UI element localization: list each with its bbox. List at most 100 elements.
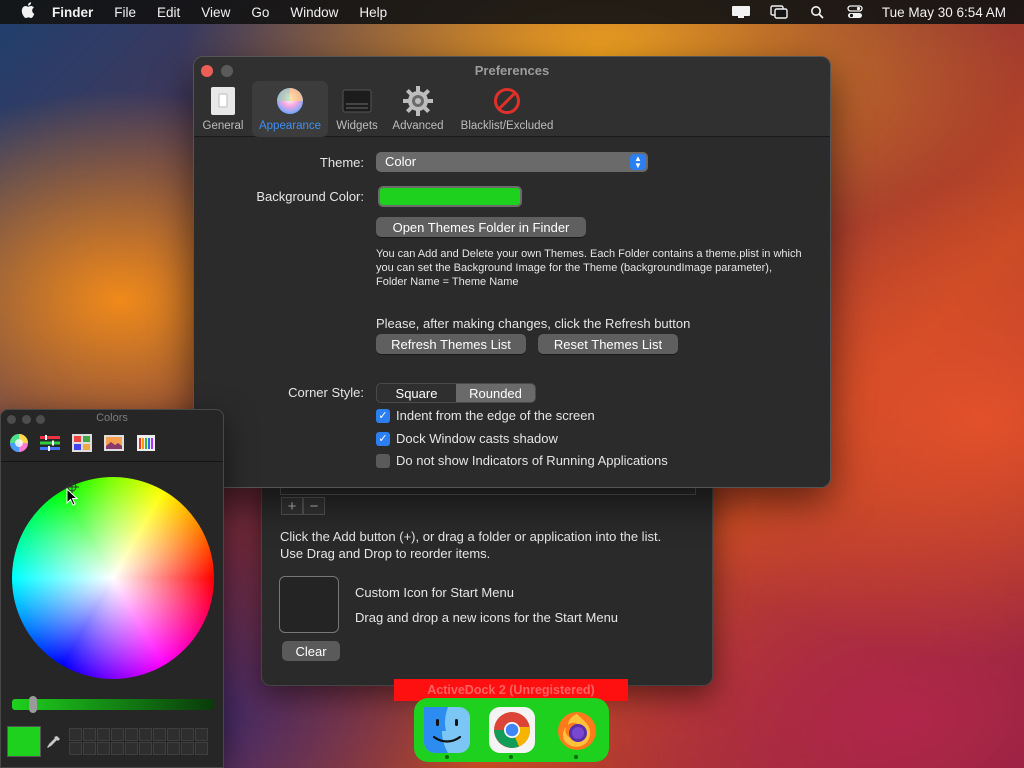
- swatch-slot[interactable]: [69, 742, 82, 755]
- indent-checkbox-label: Indent from the edge of the screen: [396, 408, 595, 423]
- swatch-slot[interactable]: [125, 728, 138, 741]
- general-switch-icon: [207, 85, 239, 117]
- eyedropper-icon[interactable]: [46, 734, 62, 750]
- menu-file[interactable]: File: [114, 5, 136, 20]
- tab-advanced[interactable]: Advanced: [390, 81, 446, 137]
- swatch-slot[interactable]: [167, 742, 180, 755]
- chevron-updown-icon: ▲ ▼: [630, 154, 646, 170]
- reset-themes-button[interactable]: Reset Themes List: [538, 334, 678, 354]
- current-color-swatch[interactable]: [7, 726, 41, 757]
- menu-help[interactable]: Help: [359, 5, 387, 20]
- swatch-slot[interactable]: [125, 742, 138, 755]
- menu-window[interactable]: Window: [290, 5, 338, 20]
- colors-panel: Colors: [0, 409, 224, 768]
- swatch-slot[interactable]: [181, 742, 194, 755]
- swatch-slot[interactable]: [111, 728, 124, 741]
- shadow-checkbox-label: Dock Window casts shadow: [396, 431, 558, 446]
- indent-checkbox[interactable]: ✓: [376, 408, 390, 423]
- menu-clock[interactable]: Tue May 30 6:54 AM: [882, 5, 1006, 20]
- corner-square-option[interactable]: Square: [377, 384, 456, 402]
- tab-general-label: General: [202, 120, 244, 132]
- corner-style-segmented-control: Square Rounded: [376, 383, 536, 403]
- menu-app-name[interactable]: Finder: [52, 5, 93, 20]
- hint-line-1: Click the Add button (+), or drag a fold…: [280, 529, 662, 544]
- add-button[interactable]: +: [281, 497, 303, 515]
- custom-swatches-grid: [69, 728, 208, 755]
- swatch-slot[interactable]: [139, 742, 152, 755]
- window-title: Preferences: [474, 63, 550, 78]
- dock: [414, 698, 609, 762]
- swatch-slot[interactable]: [153, 742, 166, 755]
- brightness-slider[interactable]: [12, 696, 214, 713]
- clear-button[interactable]: Clear: [282, 641, 340, 661]
- menu-view[interactable]: View: [201, 5, 230, 20]
- swatch-slot[interactable]: [153, 728, 166, 741]
- indicators-checkbox[interactable]: [376, 453, 390, 468]
- theme-label: Theme:: [319, 155, 364, 170]
- control-center-icon[interactable]: [844, 5, 866, 19]
- menu-edit[interactable]: Edit: [157, 5, 180, 20]
- remove-button[interactable]: −: [303, 497, 325, 515]
- menu-bar: Finder File Edit View Go Window Help Tue…: [0, 0, 1024, 24]
- chrome-icon[interactable]: [489, 707, 535, 753]
- shadow-checkbox[interactable]: ✓: [376, 431, 390, 446]
- apple-menu-icon[interactable]: [18, 2, 38, 22]
- refresh-themes-button[interactable]: Refresh Themes List: [376, 334, 526, 354]
- brightness-slider-knob[interactable]: [29, 696, 37, 713]
- menu-go[interactable]: Go: [251, 5, 269, 20]
- colors-title: Colors: [96, 412, 128, 424]
- add-remove-controls: + −: [281, 497, 325, 515]
- hint-line-2: Use Drag and Drop to reorder items.: [280, 546, 491, 561]
- tab-widgets-label: Widgets: [336, 120, 378, 132]
- color-palettes-mode-icon[interactable]: [71, 432, 93, 454]
- crayons-mode-icon[interactable]: [135, 432, 157, 454]
- color-wheel-mode-icon[interactable]: [8, 432, 30, 454]
- swatch-slot[interactable]: [83, 742, 96, 755]
- display-icon[interactable]: [730, 5, 752, 19]
- refresh-note: Please, after making changes, click the …: [376, 316, 691, 331]
- shadow-checkbox-row[interactable]: ✓ Dock Window casts shadow: [376, 431, 558, 446]
- corner-style-label: Corner Style:: [288, 385, 364, 400]
- open-themes-folder-button[interactable]: Open Themes Folder in Finder: [376, 217, 586, 237]
- mouse-cursor-icon: [66, 487, 79, 509]
- colors-toolbar-separator: [1, 461, 223, 462]
- swatch-slot[interactable]: [83, 728, 96, 741]
- spotlight-search-icon[interactable]: [806, 5, 828, 19]
- running-indicator-chrome: [509, 755, 513, 759]
- background-color-well[interactable]: [378, 186, 522, 207]
- custom-icon-title: Custom Icon for Start Menu: [355, 585, 514, 600]
- custom-icon-well[interactable]: [279, 576, 339, 633]
- image-palettes-mode-icon[interactable]: [103, 432, 125, 454]
- swatch-slot[interactable]: [167, 728, 180, 741]
- background-color-swatch: [380, 188, 520, 205]
- corner-rounded-option[interactable]: Rounded: [456, 384, 535, 402]
- firefox-icon[interactable]: [554, 707, 600, 753]
- swatch-slot[interactable]: [195, 742, 208, 755]
- swatch-slot[interactable]: [69, 728, 82, 741]
- tab-widgets[interactable]: Widgets: [332, 81, 382, 137]
- tab-general[interactable]: General: [200, 81, 246, 137]
- tab-blacklist[interactable]: Blacklist/Excluded: [456, 81, 558, 137]
- swatch-slot[interactable]: [97, 728, 110, 741]
- swatch-slot[interactable]: [97, 742, 110, 755]
- indent-checkbox-row[interactable]: ✓ Indent from the edge of the screen: [376, 408, 595, 423]
- swatch-slot[interactable]: [195, 728, 208, 741]
- prohibited-icon: [491, 85, 523, 117]
- swatch-slot[interactable]: [139, 728, 152, 741]
- indicators-checkbox-row[interactable]: Do not show Indicators of Running Applic…: [376, 453, 668, 468]
- background-color-label: Background Color:: [256, 189, 364, 204]
- tab-appearance-label: Appearance: [258, 120, 322, 132]
- gear-icon: [402, 85, 434, 117]
- color-sliders-mode-icon[interactable]: [39, 432, 61, 454]
- tab-appearance[interactable]: Appearance: [252, 81, 328, 137]
- tab-blacklist-label: Blacklist/Excluded: [460, 120, 554, 132]
- window-titlebar: Preferences General Appearance Widgets A…: [194, 57, 830, 137]
- screen-mirroring-icon[interactable]: [768, 5, 790, 19]
- theme-select[interactable]: Color ▲ ▼: [376, 152, 648, 172]
- dock-settings-window: + − Click the Add button (+), or drag a …: [261, 470, 713, 686]
- color-wheel[interactable]: [12, 477, 214, 679]
- swatch-slot[interactable]: [181, 728, 194, 741]
- swatch-slot[interactable]: [111, 742, 124, 755]
- finder-icon[interactable]: [424, 707, 470, 753]
- themes-info-text: You can Add and Delete your own Themes. …: [376, 248, 802, 288]
